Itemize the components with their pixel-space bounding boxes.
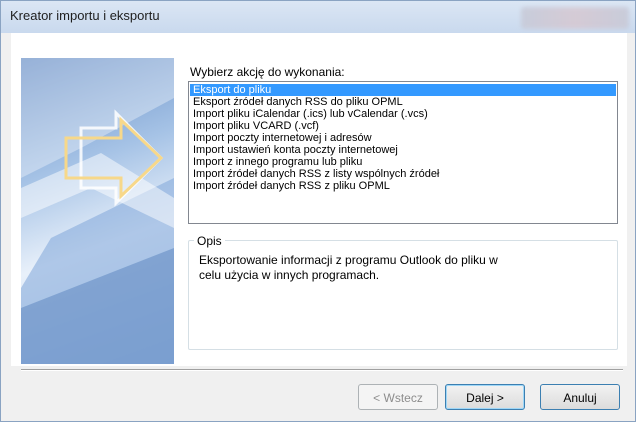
list-item[interactable]: Import pliku VCARD (.vcf) — [190, 120, 616, 132]
list-item[interactable]: Import poczty internetowej i adresów — [190, 132, 616, 144]
list-item[interactable]: Eksport źródeł danych RSS do pliku OPML — [190, 96, 616, 108]
description-legend: Opis — [194, 234, 225, 248]
description-text: Eksportowanie informacji z programu Outl… — [199, 253, 498, 282]
action-prompt-label: Wybierz akcję do wykonania: — [190, 65, 345, 79]
cancel-button[interactable]: Anuluj — [540, 384, 620, 410]
arrow-illustration-icon — [21, 58, 174, 364]
button-separator — [21, 369, 623, 371]
list-item[interactable]: Eksport do pliku — [190, 84, 616, 96]
list-item[interactable]: Import ustawień konta poczty internetowe… — [190, 144, 616, 156]
wizard-artwork — [21, 58, 174, 364]
list-item[interactable]: Import źródeł danych RSS z listy wspólny… — [190, 168, 616, 180]
list-item[interactable]: Import źródeł danych RSS z pliku OPML — [190, 180, 616, 192]
next-button[interactable]: Dalej > — [445, 384, 525, 410]
list-item[interactable]: Import pliku iCalendar (.ics) lub vCalen… — [190, 108, 616, 120]
import-export-wizard-window: Kreator importu i eksportu Wybierz akcję… — [0, 0, 636, 422]
action-listbox[interactable]: Eksport do pliku Eksport źródeł danych R… — [188, 81, 618, 224]
blurred-background-region — [521, 7, 629, 29]
back-button[interactable]: < Wstecz — [358, 384, 438, 410]
description-group: Opis Eksportowanie informacji z programu… — [188, 234, 618, 350]
title-bar[interactable]: Kreator importu i eksportu — [1, 1, 635, 33]
list-item[interactable]: Import z innego programu lub pliku — [190, 156, 616, 168]
window-title: Kreator importu i eksportu — [10, 8, 160, 23]
